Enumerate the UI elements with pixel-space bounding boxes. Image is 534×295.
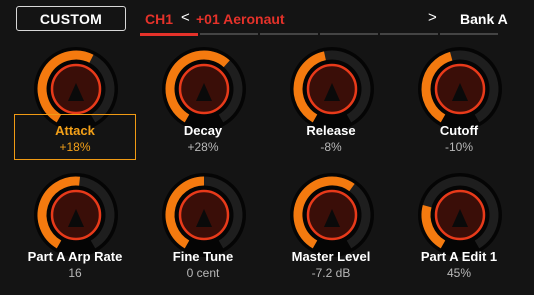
next-preset-icon[interactable]: > xyxy=(428,9,437,26)
param-cell[interactable]: Part A Edit 1 45% xyxy=(396,172,524,292)
page-tab-2[interactable] xyxy=(200,33,258,35)
param-label-box[interactable]: Part A Edit 1 45% xyxy=(398,240,520,286)
param-value: +18% xyxy=(59,140,91,154)
top-bar: CUSTOM CH1 < +01 Aeronaut > Bank A xyxy=(0,0,534,40)
param-label-box[interactable]: Release -8% xyxy=(270,114,392,160)
param-value: 45% xyxy=(446,266,472,280)
param-value: -10% xyxy=(444,140,473,154)
param-cell[interactable]: Master Level -7.2 dB xyxy=(268,172,396,292)
param-label-box[interactable]: Decay +28% xyxy=(142,114,264,160)
param-name: Attack xyxy=(55,123,95,138)
custom-mode-button[interactable]: CUSTOM xyxy=(16,6,126,31)
param-name: Master Level xyxy=(291,249,371,264)
page-tab-4[interactable] xyxy=(320,33,378,35)
page-tab-1[interactable] xyxy=(140,32,198,36)
param-name: Cutoff xyxy=(439,123,479,138)
param-cell[interactable]: Fine Tune 0 cent xyxy=(140,172,268,292)
param-value: -8% xyxy=(320,140,342,154)
preset-name[interactable]: +01 Aeronaut xyxy=(196,11,285,27)
param-cell[interactable]: Decay +28% xyxy=(140,46,268,166)
param-value: -7.2 dB xyxy=(311,266,351,280)
param-cell[interactable]: Release -8% xyxy=(268,46,396,166)
page-tab-6[interactable] xyxy=(440,33,498,35)
param-label-box[interactable]: Part A Arp Rate 16 xyxy=(14,240,136,286)
page-tab-3[interactable] xyxy=(260,33,318,35)
param-value: 0 cent xyxy=(186,266,220,280)
bank-label[interactable]: Bank A xyxy=(460,11,508,27)
param-cell[interactable]: Attack +18% xyxy=(12,46,140,166)
param-label-box[interactable]: Attack +18% xyxy=(14,114,136,160)
param-name: Release xyxy=(306,123,356,138)
param-label-box[interactable]: Cutoff -10% xyxy=(398,114,520,160)
param-name: Decay xyxy=(183,123,223,138)
param-value: 16 xyxy=(68,266,82,280)
param-label-box[interactable]: Fine Tune 0 cent xyxy=(142,240,264,286)
previous-preset-icon[interactable]: < xyxy=(181,9,190,26)
param-name: Part A Arp Rate xyxy=(27,249,123,264)
param-value: +28% xyxy=(187,140,219,154)
param-label-box[interactable]: Master Level -7.2 dB xyxy=(270,240,392,286)
param-name: Fine Tune xyxy=(172,249,234,264)
channel-label[interactable]: CH1 xyxy=(145,11,173,27)
param-cell[interactable]: Part A Arp Rate 16 xyxy=(12,172,140,292)
param-name: Part A Edit 1 xyxy=(420,249,498,264)
param-cell[interactable]: Cutoff -10% xyxy=(396,46,524,166)
page-tab-5[interactable] xyxy=(380,33,438,35)
